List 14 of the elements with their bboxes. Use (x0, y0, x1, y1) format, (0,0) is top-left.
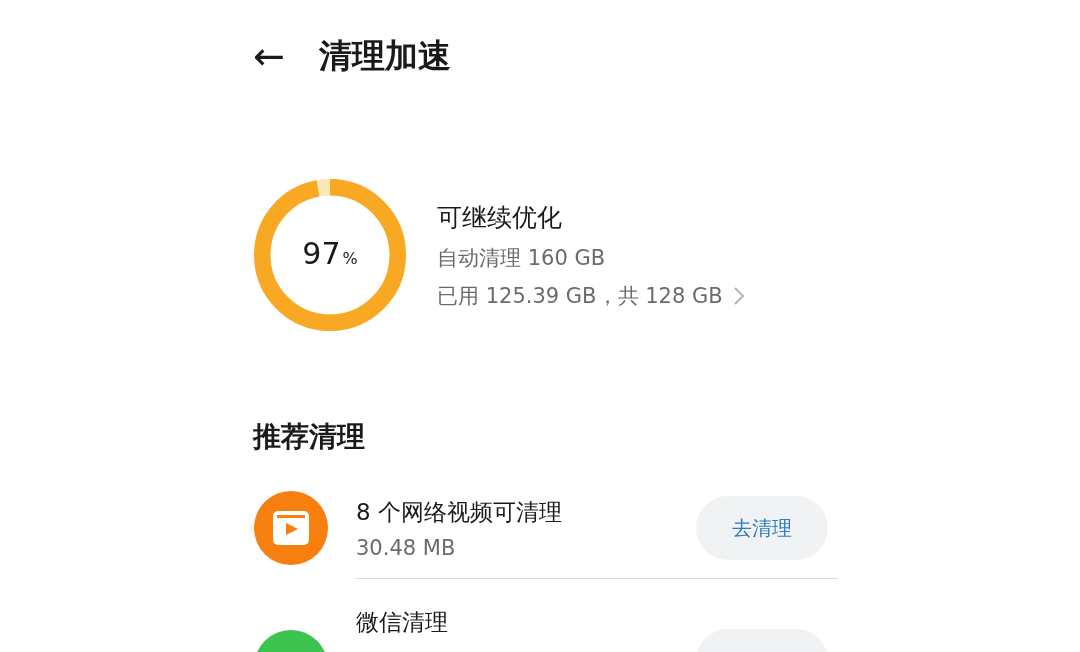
usage-percent: 97 (302, 236, 341, 271)
page-title: 清理加速 (318, 34, 451, 77)
storage-status: 可继续优化 (437, 201, 562, 234)
section-title: 推荐清理 (253, 419, 365, 455)
back-button[interactable]: ← (253, 37, 285, 75)
storage-usage-link[interactable]: 已用 125.39 GB，共 128 GB (437, 281, 745, 310)
chevron-right-icon (732, 285, 745, 306)
video-app-icon (253, 490, 329, 566)
percent-unit: % (342, 249, 358, 268)
item-title: 微信清理 (356, 608, 448, 637)
item-title: 8 个网络视频可清理 (356, 497, 562, 527)
clean-button[interactable]: 去清理 (696, 496, 828, 560)
auto-clean-text: 自动清理 160 GB (437, 244, 606, 272)
item-size: 30.48 MB (356, 535, 456, 560)
